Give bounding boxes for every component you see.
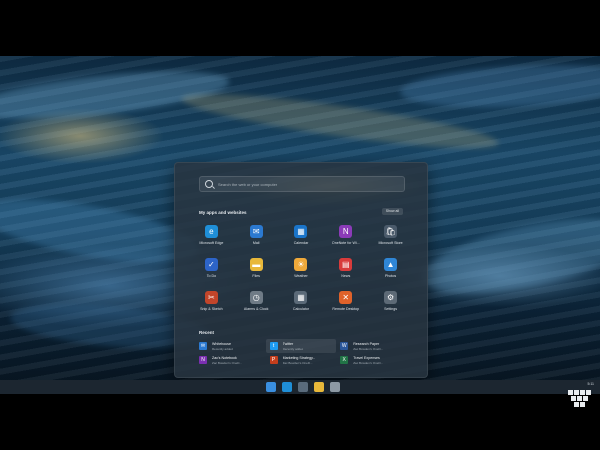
recent-item-text: Zac's Notebook Zac Bowden's OneD... xyxy=(212,356,242,365)
recent-item[interactable]: X Travel Expenses Zac Bowden's OneD... xyxy=(336,353,407,367)
app-grid: e Microsoft Edge ✉ Mail ▦ Calendar N OneNote fo… xyxy=(189,223,413,322)
recent-item-location: Recently added xyxy=(282,346,304,351)
recent-item-text: Whitehouse Recently added xyxy=(212,342,233,351)
app-tile-label: Alarms & Clock xyxy=(243,307,269,311)
gear-icon: ⚙ xyxy=(384,291,398,304)
recent-item-text: Marketing Strategy... Zac Bowden's OneD..… xyxy=(283,356,316,365)
edge-icon[interactable] xyxy=(282,382,292,392)
calendar-icon: ▦ xyxy=(294,225,308,238)
powerpoint-icon: P xyxy=(269,356,278,364)
app-tile-label: OneNote for Wi... xyxy=(331,241,360,245)
app-tile[interactable]: ☀ Weather xyxy=(279,256,324,289)
app-tile[interactable]: ◷ Alarms & Clock xyxy=(234,289,279,322)
app-tile-label: To Do xyxy=(206,274,217,278)
app-tile-label: News xyxy=(341,274,351,278)
recent-grid: ✉ Whitehouse Recently added t Twitter Recentl… xyxy=(195,339,407,367)
app-tile[interactable]: ▲ Photos xyxy=(368,256,413,289)
recent-item[interactable]: ✉ Whitehouse Recently added xyxy=(195,339,266,353)
search-placeholder: Search the web or your computer xyxy=(218,181,278,187)
watermark-logo-icon xyxy=(568,390,591,407)
show-all-button[interactable]: Show all xyxy=(381,208,403,215)
calculator-icon: ▦ xyxy=(294,291,308,304)
mail-icon: ✉ xyxy=(249,225,263,238)
app-tile[interactable]: ▤ News xyxy=(323,256,368,289)
wallpaper-wave xyxy=(416,203,600,309)
app-tile-label: Settings xyxy=(384,307,398,311)
recent-item-name: Travel Expenses xyxy=(353,355,380,360)
weather-icon: ☀ xyxy=(294,258,308,271)
recent-item-name: Whitehouse xyxy=(212,341,231,346)
app-tile-label: Snip & Sketch xyxy=(200,307,223,311)
recent-item[interactable]: W Research Paper Zac Bowden's OneD... xyxy=(336,339,407,353)
recent-item-location: Recently added xyxy=(212,346,233,351)
recent-item[interactable]: N Zac's Notebook Zac Bowden's OneD... xyxy=(195,353,266,367)
recent-section-title: Recent xyxy=(199,330,215,335)
todo-icon: ✓ xyxy=(204,258,218,271)
recent-item-text: Travel Expenses Zac Bowden's OneD... xyxy=(353,356,383,365)
search-box[interactable]: Search the web or your computer xyxy=(199,176,405,192)
app-tile[interactable]: ⚙ Settings xyxy=(368,289,413,322)
news-icon: ▤ xyxy=(339,258,353,271)
recent-item-location: Zac Bowden's OneD... xyxy=(353,360,384,365)
wallpaper-wave xyxy=(0,187,203,275)
store-icon[interactable] xyxy=(298,382,308,392)
onenote-icon: N xyxy=(339,225,353,238)
mail-icon: ✉ xyxy=(199,342,207,350)
remote-desktop-icon: ✕ xyxy=(339,291,353,304)
edge-icon: e xyxy=(204,225,218,238)
recent-item-name: Marketing Strategy... xyxy=(282,355,316,360)
recent-item-name: Twitter xyxy=(282,341,294,346)
app-tile-label: Calendar xyxy=(293,241,309,245)
taskbar: 5:11 xyxy=(0,380,600,394)
app-tile[interactable]: e Microsoft Edge xyxy=(189,223,234,256)
recent-item-name: Research Paper xyxy=(353,341,380,346)
twitter-icon: t xyxy=(269,342,278,350)
app-tile[interactable]: ✕ Remote Desktop xyxy=(323,289,368,322)
excel-icon: X xyxy=(340,356,349,364)
files-icon: ▬ xyxy=(249,258,263,271)
app-tile-label: Calculator xyxy=(292,307,310,311)
app-tile-label: Files xyxy=(252,274,260,278)
app-tile[interactable]: ✂ Snip & Sketch xyxy=(189,289,234,322)
app-tile-label: Mail xyxy=(252,241,260,245)
recent-item[interactable]: P Marketing Strategy... Zac Bowden's OneD.… xyxy=(266,353,337,367)
start-icon[interactable] xyxy=(266,382,276,392)
app-tile-label: Photos xyxy=(384,274,397,278)
apps-section-title: My apps and websites xyxy=(199,210,247,215)
store-icon: 🛍 xyxy=(384,225,398,238)
recent-item-text: Twitter Recently added xyxy=(283,342,304,351)
onenote-icon: N xyxy=(199,356,207,364)
search-icon xyxy=(205,180,213,188)
recent-item-name: Zac's Notebook xyxy=(212,355,237,360)
app-tile-label: Remote Desktop xyxy=(332,307,360,311)
start-menu: Search the web or your computer My apps … xyxy=(174,162,428,378)
app-tile[interactable]: 🛍 Microsoft Store xyxy=(368,223,413,256)
app-tile[interactable]: ✉ Mail xyxy=(234,223,279,256)
clock-icon: ◷ xyxy=(249,291,263,304)
app-tile[interactable]: ▬ Files xyxy=(234,256,279,289)
files-icon[interactable] xyxy=(314,382,324,392)
photos-icon: ▲ xyxy=(384,258,398,271)
recent-item[interactable]: t Twitter Recently added xyxy=(265,339,337,353)
recent-item-text: Research Paper Zac Bowden's OneD... xyxy=(353,342,383,351)
app-tile-label: Microsoft Store xyxy=(378,241,403,245)
app-tile-label: Microsoft Edge xyxy=(199,241,224,245)
app-tile[interactable]: ▦ Calculator xyxy=(279,289,324,322)
recent-item-location: Zac Bowden's OneD... xyxy=(212,360,242,365)
taskbar-icons xyxy=(266,382,346,392)
app-tile-label: Weather xyxy=(294,274,308,278)
app-tile[interactable]: N OneNote for Wi... xyxy=(323,223,368,256)
chat-icon[interactable] xyxy=(330,382,340,392)
app-tile[interactable]: ✓ To Do xyxy=(189,256,234,289)
word-icon: W xyxy=(340,342,349,350)
recent-item-location: Zac Bowden's OneD... xyxy=(282,360,313,365)
recent-item-location: Zac Bowden's OneD... xyxy=(353,346,384,351)
wallpaper-wave xyxy=(399,59,600,113)
snip-icon: ✂ xyxy=(204,291,218,304)
app-tile[interactable]: ▦ Calendar xyxy=(279,223,324,256)
